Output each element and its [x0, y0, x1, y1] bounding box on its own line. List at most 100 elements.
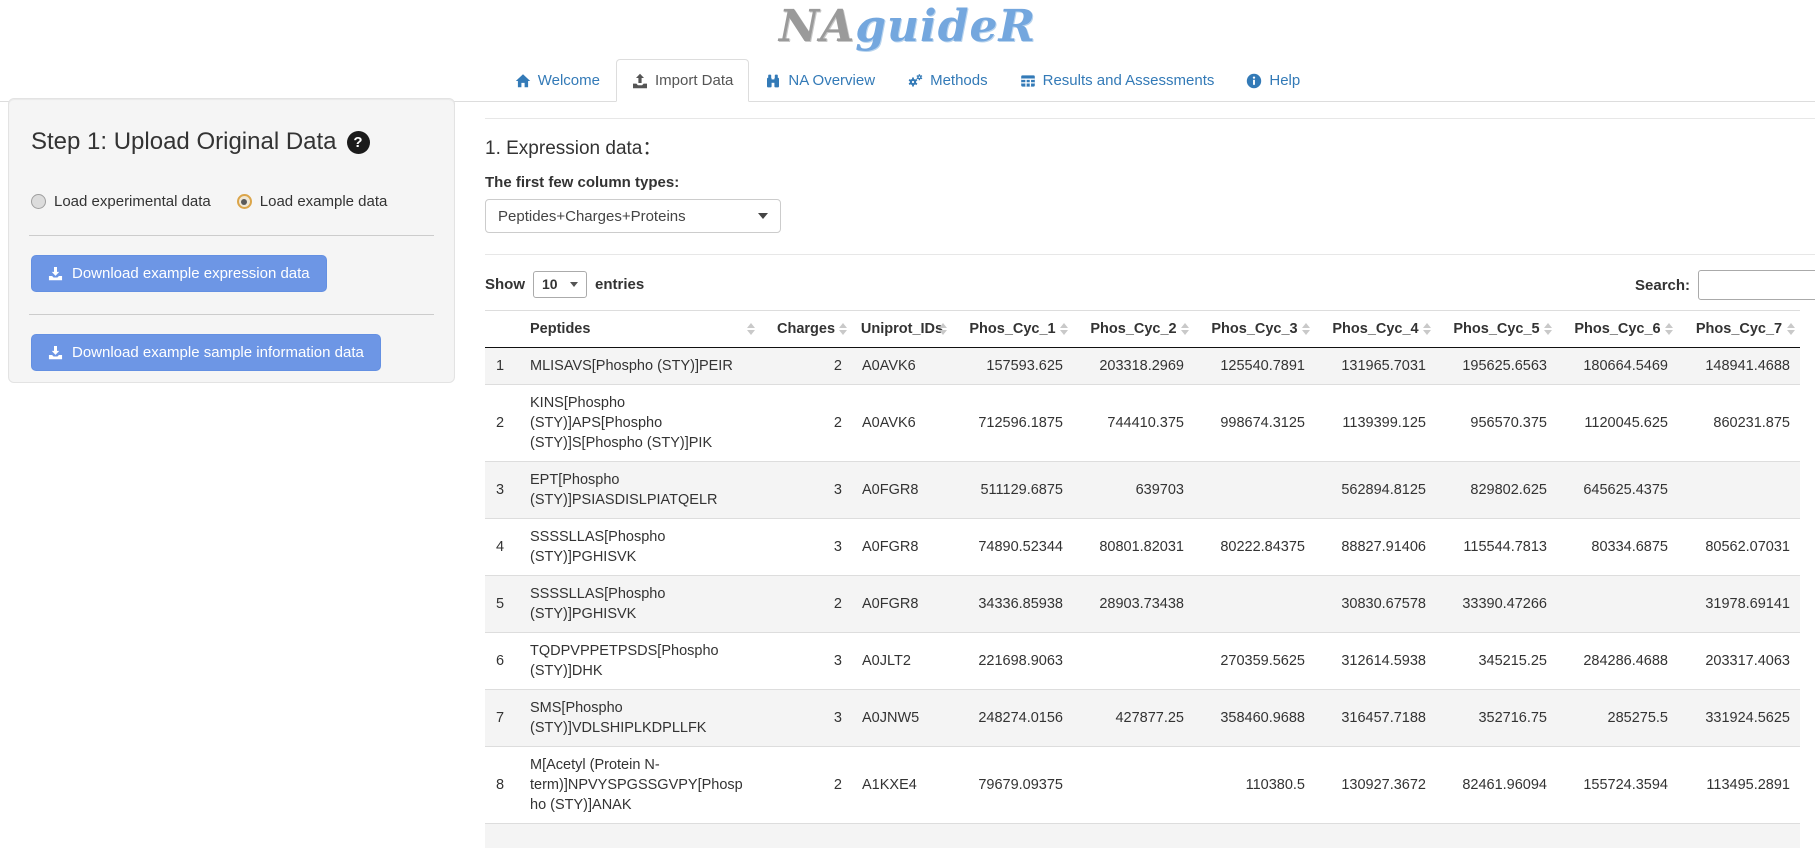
cell-phos-cyc-4: 130927.3672	[1315, 747, 1436, 824]
column-header-label: Phos_Cyc_5	[1453, 321, 1539, 337]
cell-row-number: 7	[485, 690, 521, 747]
show-label: Show	[485, 276, 525, 293]
table-icon	[1020, 73, 1036, 89]
cell-uniprot: A0FGR8	[852, 576, 952, 633]
divider	[29, 235, 434, 236]
expression-data-table: PeptidesCharges Uniprot_IDs Phos_Cyc_1 Phos…	[485, 310, 1815, 848]
column-header-phos_cyc_6[interactable]: Phos_Cyc_6	[1557, 311, 1678, 348]
import-data-content: 1. Expression data： The first few column…	[485, 98, 1815, 848]
cell-phos-cyc-2: 744410.375	[1073, 385, 1194, 462]
column-header-label: Phos_Cyc_7	[1696, 321, 1782, 337]
radio-load-example-data[interactable]: Load example data	[237, 193, 388, 210]
table-search-control: Search:	[1635, 270, 1815, 300]
tab-na-overview[interactable]: NA Overview	[749, 59, 891, 102]
sort-arrows-icon	[1302, 323, 1310, 335]
cell-phos-cyc-2: 28903.73438	[1073, 576, 1194, 633]
table-row: 4SSSSLLAS[Phospho (STY)]PGHISVK3A0FGR874…	[485, 519, 1800, 576]
cell-phos-cyc-2: 639703	[1073, 462, 1194, 519]
cell-phos-cyc-7	[1678, 462, 1800, 519]
cell-phos-cyc-1: 157593.625	[952, 348, 1073, 385]
column-header-phos_cyc_2[interactable]: Phos_Cyc_2	[1073, 311, 1194, 348]
cell-phos-cyc-3: 110380.5	[1194, 747, 1315, 824]
button-label: Download example expression data	[72, 265, 310, 282]
tab-label: Welcome	[538, 70, 600, 91]
divider	[29, 314, 434, 315]
cell-peptide: SSSSLLAS[Phospho (STY)]PGHISVK	[521, 576, 760, 633]
cell-phos-cyc-6	[1557, 576, 1678, 633]
cell-phos-cyc-7: 148941.4688	[1678, 348, 1800, 385]
column-header-label: Phos_Cyc_4	[1332, 321, 1418, 337]
table-row: 1MLISAVS[Phospho (STY)]PEIR2A0AVK6157593…	[485, 348, 1800, 385]
sort-arrows-icon	[939, 323, 947, 335]
app-logo-guider: guideR	[855, 1, 1036, 52]
column-header-label: Phos_Cyc_1	[969, 321, 1055, 337]
section-title: 1. Expression data：	[485, 138, 1815, 160]
search-input[interactable]	[1698, 270, 1815, 300]
cell-uniprot: A0JNW5	[852, 690, 952, 747]
radio-icon-selected	[237, 194, 252, 209]
column-header-phos_cyc_1[interactable]: Phos_Cyc_1	[952, 311, 1073, 348]
download-sample-information-button[interactable]: Download example sample information data	[31, 334, 381, 371]
table-row-partial	[485, 824, 1800, 848]
cell-uniprot: A0JLT2	[852, 633, 952, 690]
cell-phos-cyc-3: 358460.9688	[1194, 690, 1315, 747]
radio-load-experimental-data[interactable]: Load experimental data	[31, 193, 211, 210]
table-row: 7SMS[Phospho (STY)]VDLSHIPLKDPLLFK3A0JNW…	[485, 690, 1800, 747]
cell-phos-cyc-5: 352716.75	[1436, 690, 1557, 747]
cell-charge: 3	[760, 462, 852, 519]
button-label: Download example sample information data	[72, 344, 364, 361]
cell-phos-cyc-3	[1194, 462, 1315, 519]
cell-phos-cyc-5: 195625.6563	[1436, 348, 1557, 385]
tab-help[interactable]: Help	[1230, 59, 1316, 102]
cell-peptide: KINS[Phospho (STY)]APS[Phospho (STY)]S[P…	[521, 385, 760, 462]
cell-phos-cyc-5: 829802.625	[1436, 462, 1557, 519]
column-header-label: Uniprot_IDs	[861, 321, 943, 337]
cell-phos-cyc-7: 31978.69141	[1678, 576, 1800, 633]
tab-welcome[interactable]: Welcome	[499, 59, 616, 102]
cell-phos-cyc-4: 88827.91406	[1315, 519, 1436, 576]
cell-phos-cyc-3	[1194, 576, 1315, 633]
sort-arrows-icon	[1423, 323, 1431, 335]
cell-phos-cyc-4: 316457.7188	[1315, 690, 1436, 747]
page-length-select[interactable]: 10	[533, 271, 587, 298]
cell-charge: 3	[760, 633, 852, 690]
tab-import-data[interactable]: Import Data	[616, 59, 749, 102]
table-row: 3EPT[Phospho (STY)]PSIASDISLPIATQELR3A0F…	[485, 462, 1800, 519]
column-header-phos_cyc_4[interactable]: Phos_Cyc_4	[1315, 311, 1436, 348]
column-header-peptides[interactable]: Peptides	[521, 311, 760, 348]
cell-row-number: 5	[485, 576, 521, 633]
column-header-phos_cyc_5[interactable]: Phos_Cyc_5	[1436, 311, 1557, 348]
radio-icon	[31, 194, 46, 209]
tab-label: Methods	[930, 70, 988, 91]
table-row: 8M[Acetyl (Protein N-term)]NPVYSPGSSGVPY…	[485, 747, 1800, 824]
sort-arrows-icon	[1787, 323, 1795, 335]
column-header-uniprot_ids[interactable]: Uniprot_IDs	[852, 311, 952, 348]
table-header-row: PeptidesCharges Uniprot_IDs Phos_Cyc_1 Phos…	[485, 311, 1800, 348]
page-length-value: 10	[542, 276, 558, 292]
cell-charge: 2	[760, 348, 852, 385]
tab-methods[interactable]: Methods	[891, 59, 1004, 102]
cell-phos-cyc-7: 80562.07031	[1678, 519, 1800, 576]
cell-phos-cyc-1: 221698.9063	[952, 633, 1073, 690]
column-header-phos_cyc_3[interactable]: Phos_Cyc_3	[1194, 311, 1315, 348]
cell-phos-cyc-7: 113495.2891	[1678, 747, 1800, 824]
sort-arrows-icon	[839, 323, 847, 335]
home-icon	[515, 73, 531, 89]
tab-label: Results and Assessments	[1043, 70, 1215, 91]
tab-results-assessments[interactable]: Results and Assessments	[1004, 59, 1231, 102]
tab-label: Import Data	[655, 70, 733, 91]
download-expression-data-button[interactable]: Download example expression data	[31, 255, 327, 292]
column-types-select[interactable]: Peptides+Charges+Proteins	[485, 199, 781, 233]
cell-phos-cyc-4: 312614.5938	[1315, 633, 1436, 690]
cell-phos-cyc-7: 331924.5625	[1678, 690, 1800, 747]
caret-down-icon	[758, 213, 768, 219]
cell-peptide: M[Acetyl (Protein N-term)]NPVYSPGSSGVPY[…	[521, 747, 760, 824]
column-header-charges[interactable]: Charges	[760, 311, 852, 348]
column-header-phos_cyc_7[interactable]: Phos_Cyc_7	[1678, 311, 1800, 348]
cell-peptide: SMS[Phospho (STY)]VDLSHIPLKDPLLFK	[521, 690, 760, 747]
question-circle-icon[interactable]: ?	[347, 131, 370, 154]
cell-phos-cyc-3: 125540.7891	[1194, 348, 1315, 385]
divider	[485, 254, 1815, 255]
column-header-label: Phos_Cyc_2	[1090, 321, 1176, 337]
cell-row-number: 6	[485, 633, 521, 690]
